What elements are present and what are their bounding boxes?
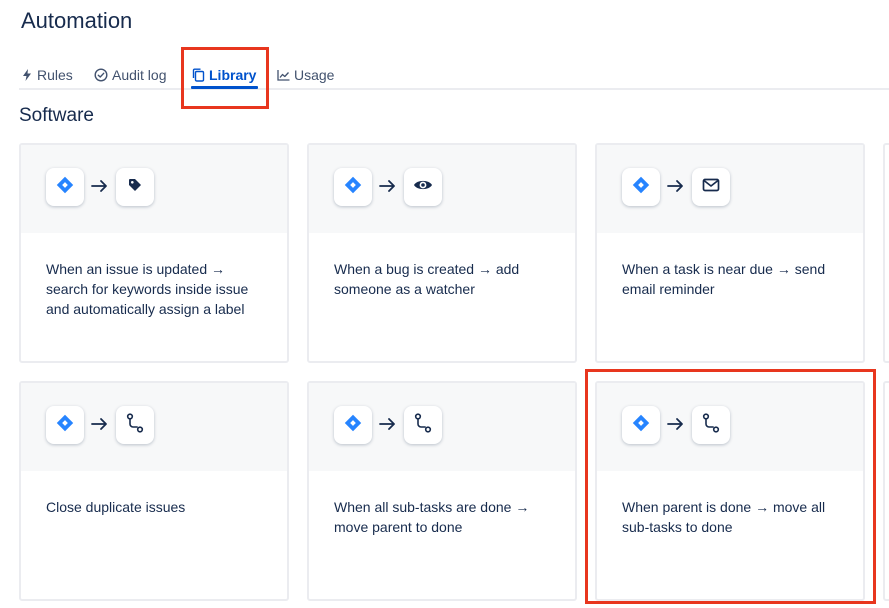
card-header	[597, 383, 863, 471]
active-tab-indicator	[191, 86, 258, 89]
rule-template-card[interactable]: When a bug is created → add someone as a…	[307, 143, 577, 363]
rule-template-card-partial[interactable]	[883, 381, 889, 601]
action-chip	[116, 406, 154, 444]
copy-icon	[192, 68, 205, 82]
transition-icon	[126, 412, 144, 438]
envelope-icon	[702, 178, 720, 197]
card-description: Close duplicate issues	[46, 499, 186, 515]
card-description: When a task is near due → send email rem…	[622, 261, 826, 297]
arrow-right-icon	[90, 414, 110, 434]
tab-label: Usage	[294, 67, 335, 83]
trigger-chip	[334, 406, 372, 444]
tab-bar: Rules Audit log Library Usage	[0, 62, 889, 90]
rule-template-card[interactable]: When all sub-tasks are done → move paren…	[307, 381, 577, 601]
card-header	[597, 145, 863, 233]
card-header	[309, 383, 575, 471]
tag-icon	[127, 177, 143, 198]
transition-icon	[414, 412, 432, 438]
trigger-chip	[622, 406, 660, 444]
tab-rules[interactable]: Rules	[21, 62, 73, 88]
eye-icon	[413, 178, 433, 197]
tab-label: Library	[209, 67, 257, 83]
rule-template-card[interactable]: When parent is done → move all sub-tasks…	[595, 381, 865, 601]
arrow-right-icon	[666, 176, 686, 196]
card-description: When an issue is updated → search for ke…	[46, 261, 249, 317]
jira-diamond-icon	[344, 414, 362, 437]
action-chip	[404, 406, 442, 444]
arrow-right-icon	[378, 176, 398, 196]
jira-diamond-icon	[56, 414, 74, 437]
action-chip	[692, 168, 730, 206]
tab-library[interactable]: Library	[192, 62, 256, 88]
section-title: Software	[19, 105, 94, 126]
jira-diamond-icon	[344, 176, 362, 199]
tab-audit-log[interactable]: Audit log	[94, 62, 166, 88]
rule-template-card[interactable]: When an issue is updated → search for ke…	[19, 143, 289, 363]
action-chip	[404, 168, 442, 206]
rule-template-card[interactable]: Close duplicate issues	[19, 381, 289, 601]
tab-divider	[19, 88, 889, 90]
trigger-chip	[334, 168, 372, 206]
action-chip	[116, 168, 154, 206]
check-circle-icon	[94, 68, 108, 82]
card-header	[21, 145, 287, 233]
trigger-chip	[46, 168, 84, 206]
arrow-right-icon	[90, 176, 110, 196]
tab-usage[interactable]: Usage	[277, 62, 334, 88]
arrow-right-icon	[378, 414, 398, 434]
card-description: When parent is done → move all sub-tasks…	[622, 499, 826, 535]
jira-diamond-icon	[56, 176, 74, 199]
rule-template-card[interactable]: When a task is near due → send email rem…	[595, 143, 865, 363]
card-header	[21, 383, 287, 471]
card-description: When all sub-tasks are done → move paren…	[334, 499, 530, 535]
arrow-right-icon	[666, 414, 686, 434]
action-chip	[692, 406, 730, 444]
tab-label: Audit log	[112, 67, 167, 83]
jira-diamond-icon	[632, 414, 650, 437]
trigger-chip	[622, 168, 660, 206]
chart-icon	[277, 69, 290, 81]
transition-icon	[702, 412, 720, 438]
rule-template-card-partial[interactable]	[883, 143, 889, 363]
page-title: Automation	[21, 8, 133, 33]
jira-diamond-icon	[632, 176, 650, 199]
card-description: When a bug is created → add someone as a…	[334, 261, 520, 297]
trigger-chip	[46, 406, 84, 444]
card-header	[309, 145, 575, 233]
lightning-icon	[21, 69, 33, 81]
tab-label: Rules	[37, 67, 73, 83]
